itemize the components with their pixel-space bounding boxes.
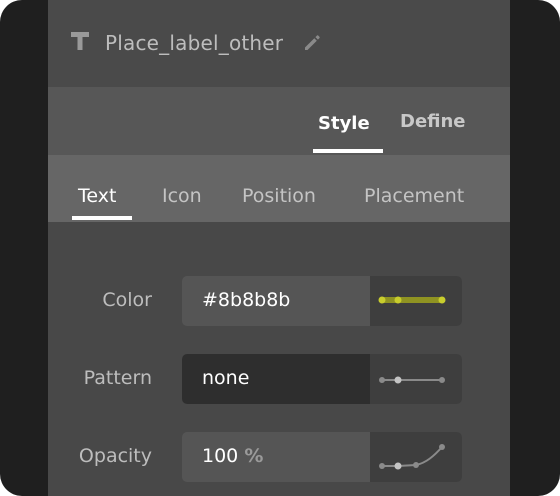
color-label: Color [102, 289, 152, 311]
subtab-position-label: Position [242, 185, 316, 207]
pattern-value: none [202, 367, 250, 389]
color-curve-button[interactable] [370, 276, 462, 326]
zoom-curve-icon [378, 296, 446, 304]
pattern-label: Pattern [83, 367, 152, 389]
opacity-input[interactable]: 100 % [182, 432, 370, 482]
tab-style[interactable]: Style [313, 87, 383, 155]
opacity-label: Opacity [78, 445, 152, 467]
pattern-curve-button[interactable] [370, 354, 462, 404]
color-input[interactable]: #8b8b8b [182, 276, 370, 326]
tab-style-indicator [313, 149, 383, 153]
layer-header: Place_label_other [48, 0, 510, 87]
zoom-curve-icon [379, 444, 445, 470]
subtab-placement-label: Placement [364, 185, 465, 207]
opacity-value: 100 [202, 445, 239, 467]
app-frame: Place_label_other Style Define Text Icon [0, 0, 560, 496]
subtab-text[interactable]: Text [72, 155, 132, 222]
subtab-text-label: Text [78, 185, 117, 207]
color-field: #8b8b8b [182, 276, 462, 326]
style-editor-panel: Place_label_other Style Define Text Icon [48, 0, 510, 496]
opacity-value-wrap: 100 % [202, 445, 263, 467]
pencil-icon[interactable] [302, 33, 322, 53]
text-icon [71, 32, 89, 50]
tab-define-label: Define [400, 111, 466, 132]
tab-define[interactable]: Define [397, 87, 469, 155]
subtab-icon-label: Icon [162, 185, 202, 207]
subtab-placement[interactable]: Placement [358, 155, 468, 222]
opacity-curve-button[interactable] [370, 432, 462, 482]
subtab-text-indicator [72, 216, 132, 220]
pattern-input[interactable]: none [182, 354, 370, 404]
subtab-icon[interactable]: Icon [156, 155, 206, 222]
zoom-curve-icon [379, 376, 445, 384]
tab-style-label: Style [318, 113, 370, 134]
opacity-unit: % [244, 445, 264, 467]
pattern-field: none [182, 354, 462, 404]
color-value: #8b8b8b [202, 289, 291, 311]
mode-tabs: Style Define [48, 87, 510, 155]
opacity-field: 100 % [182, 432, 462, 482]
layer-title: Place_label_other [105, 31, 284, 55]
subtab-position[interactable]: Position [236, 155, 326, 222]
style-subtabs: Text Icon Position Placement [48, 155, 510, 222]
